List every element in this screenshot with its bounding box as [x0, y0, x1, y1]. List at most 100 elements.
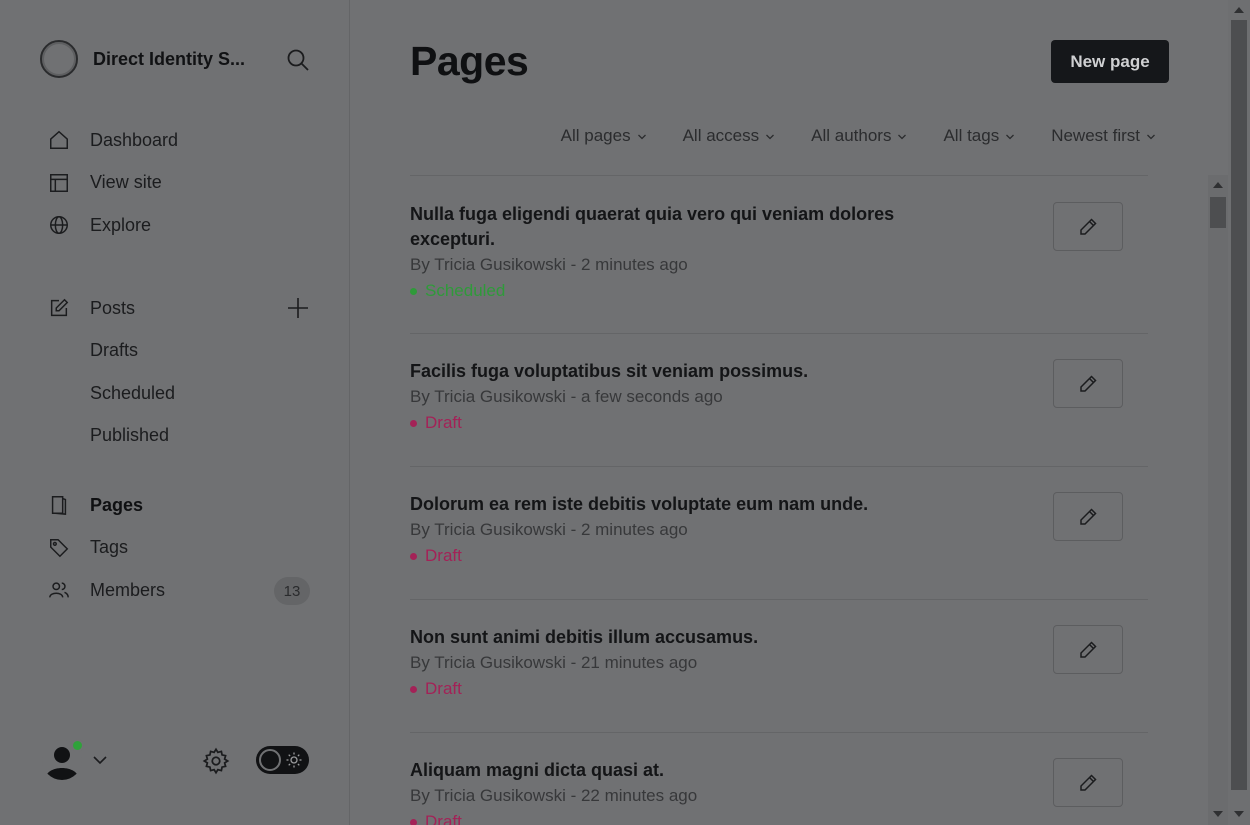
list-item[interactable]: Non sunt animi debitis illum accusamus. … [410, 600, 1148, 733]
chevron-down-icon [898, 134, 907, 140]
filter-tags[interactable]: All tags [943, 126, 1015, 146]
nav-drafts[interactable]: Drafts [48, 330, 310, 373]
gear-icon[interactable] [202, 747, 230, 775]
edit-button[interactable] [1053, 492, 1123, 541]
list-item[interactable]: Aliquam magni dicta quasi at. By Tricia … [410, 733, 1148, 825]
new-page-button[interactable]: New page [1051, 40, 1169, 83]
search-icon[interactable] [286, 48, 310, 72]
item-title: Aliquam magni dicta quasi at. [410, 760, 665, 780]
nav-label: Pages [90, 494, 144, 515]
status-label: Draft [425, 546, 462, 565]
layout-icon [48, 172, 70, 194]
scroll-down-arrow[interactable] [1213, 811, 1223, 817]
site-brand[interactable]: Direct Identity S... [40, 40, 310, 78]
item-title: Facilis fuga voluptatibus sit veniam pos… [410, 361, 809, 381]
theme-toggle[interactable] [256, 746, 309, 774]
page-icon [48, 494, 70, 516]
status-label: Draft [425, 812, 462, 825]
filter-label: All authors [811, 126, 892, 145]
nav-posts[interactable]: Posts [48, 287, 310, 330]
nav-label: Dashboard [90, 129, 179, 150]
nav-pages[interactable]: Pages [48, 484, 310, 527]
sun-icon [286, 752, 302, 768]
status-dot [410, 685, 417, 693]
posts-nav: Posts Drafts Scheduled Published [48, 287, 310, 457]
status-dot [410, 287, 417, 295]
pencil-icon [1080, 217, 1097, 235]
main-content: Pages New page All pages All access All … [350, 0, 1230, 825]
scroll-down-arrow[interactable] [1234, 811, 1244, 817]
filter-label: All pages [560, 126, 631, 145]
scroll-thumb[interactable] [1210, 197, 1226, 228]
nav-members[interactable]: Members 13 [48, 569, 310, 612]
page-scrollbar[interactable] [1228, 0, 1250, 825]
status-label: Draft [425, 679, 462, 698]
content-nav: Pages Tags Members 13 [48, 484, 310, 612]
list-scrollbar[interactable] [1208, 175, 1228, 825]
nav-dashboard[interactable]: Dashboard [48, 119, 310, 162]
scroll-up-arrow[interactable] [1234, 7, 1244, 13]
item-meta: By Tricia Gusikowski - 22 minutes ago [410, 786, 698, 805]
site-logo [40, 40, 78, 78]
edit-button[interactable] [1053, 359, 1123, 408]
scroll-up-arrow[interactable] [1213, 182, 1223, 188]
pages-list: Nulla fuga eligendi quaerat quia vero qu… [410, 175, 1148, 825]
filter-access[interactable]: All access [683, 126, 776, 146]
nav-label: Posts [90, 297, 136, 318]
nav-explore[interactable]: Explore [48, 204, 310, 247]
nav-published[interactable]: Published [48, 415, 310, 458]
primary-nav: Dashboard View site Explore [48, 119, 310, 247]
sidebar-footer [40, 738, 310, 782]
status-badge: Draft [410, 679, 1148, 699]
chevron-down-icon [766, 134, 775, 140]
filter-label: All tags [943, 126, 1000, 145]
members-icon [48, 579, 70, 601]
pencil-icon [1080, 640, 1097, 658]
filter-authors[interactable]: All authors [811, 126, 907, 146]
item-title: Dolorum ea rem iste debitis voluptate eu… [410, 494, 869, 514]
list-item[interactable]: Nulla fuga eligendi quaerat quia vero qu… [410, 176, 1148, 334]
filter-type[interactable]: All pages [561, 126, 647, 146]
status-badge: Draft [410, 546, 1148, 566]
nav-scheduled[interactable]: Scheduled [48, 372, 310, 415]
item-title: Nulla fuga eligendi quaerat quia vero qu… [410, 204, 895, 249]
status-badge: Draft [410, 812, 1148, 825]
scroll-thumb[interactable] [1231, 20, 1247, 790]
chevron-down-icon[interactable] [92, 752, 108, 768]
filter-order[interactable]: Newest first [1051, 126, 1156, 146]
home-icon [48, 129, 70, 151]
nav-tags[interactable]: Tags [48, 527, 310, 570]
chevron-down-icon [1006, 134, 1015, 140]
toggle-knob [259, 749, 281, 771]
list-item[interactable]: Dolorum ea rem iste debitis voluptate eu… [410, 467, 1148, 600]
nav-label: Explore [90, 214, 152, 235]
pencil-icon [1080, 374, 1097, 392]
site-name: Direct Identity S... [93, 48, 246, 69]
item-meta: By Tricia Gusikowski - 21 minutes ago [410, 653, 698, 672]
status-dot [410, 818, 417, 825]
chevron-down-icon [637, 134, 646, 140]
filter-bar: All pages All access All authors All tag… [410, 126, 1156, 146]
pencil-icon [1080, 773, 1097, 791]
nav-label: View site [90, 172, 162, 193]
status-dot [410, 419, 417, 427]
edit-button[interactable] [1053, 758, 1123, 807]
edit-button[interactable] [1053, 625, 1123, 674]
list-item[interactable]: Facilis fuga voluptatibus sit veniam pos… [410, 334, 1148, 467]
members-count-badge: 13 [274, 577, 310, 605]
nav-view-site[interactable]: View site [48, 162, 310, 205]
item-meta: By Tricia Gusikowski - 2 minutes ago [410, 255, 688, 274]
status-badge: Scheduled [410, 281, 1148, 301]
status-label: Draft [425, 413, 462, 432]
chevron-down-icon [1147, 134, 1155, 140]
online-status-dot [71, 739, 84, 752]
item-title: Non sunt animi debitis illum accusamus. [410, 627, 759, 647]
add-post-icon[interactable] [286, 296, 310, 320]
filter-label: All access [682, 126, 760, 145]
page-title: Pages [410, 38, 529, 84]
nav-label: Tags [90, 537, 129, 558]
pencil-icon [1080, 507, 1097, 525]
tag-icon [48, 537, 70, 559]
edit-button[interactable] [1053, 202, 1123, 251]
status-dot [410, 552, 417, 560]
